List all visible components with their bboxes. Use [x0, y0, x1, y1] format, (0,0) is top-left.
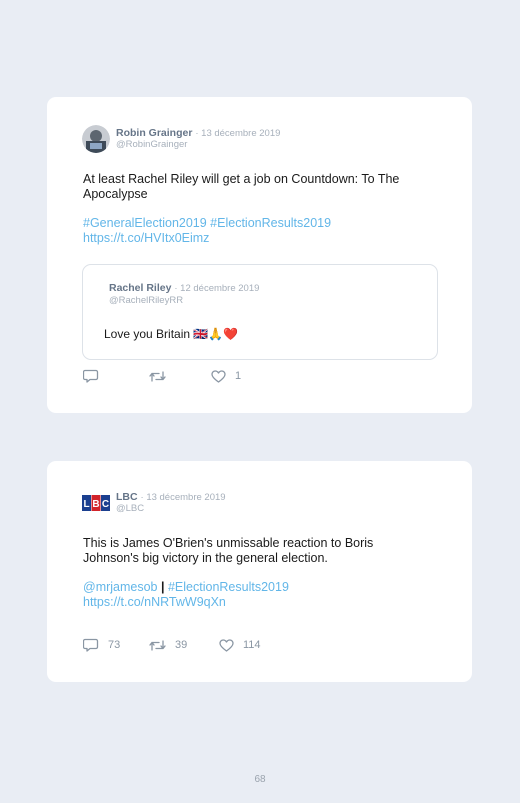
tweet-actions: 1	[83, 369, 241, 383]
retweet-button[interactable]: 39	[149, 639, 219, 652]
reply-count: 73	[108, 639, 121, 651]
tweet-text: At least Rachel Riley will get a job on …	[83, 172, 400, 201]
like-count: 1	[235, 370, 242, 382]
tweet-actions: 73 39 114	[83, 638, 261, 652]
retweet-count: 39	[175, 639, 188, 651]
avatar[interactable]: L B C	[82, 489, 110, 517]
avatar-image	[82, 125, 110, 153]
page-number: 68	[254, 774, 266, 785]
hashtags[interactable]: #GeneralElection2019 #ElectionResults201…	[83, 216, 331, 231]
lbc-logo: L B C	[82, 495, 110, 511]
retweet-icon	[149, 370, 166, 382]
author-name[interactable]: LBC · 13 décembre 2019	[116, 491, 226, 503]
quoted-tweet-date: · 12 décembre 2019	[174, 283, 260, 294]
mention-link[interactable]: @mrjamesob	[83, 580, 158, 594]
reply-icon	[83, 638, 99, 652]
quoted-author-handle[interactable]: @RachelRileyRR	[109, 295, 183, 306]
author-handle[interactable]: @LBC	[116, 503, 144, 514]
like-count: 114	[243, 639, 261, 651]
retweet-icon	[149, 639, 166, 651]
svg-text:B: B	[92, 499, 99, 510]
retweet-button[interactable]	[149, 370, 211, 383]
tweet-date: · 13 décembre 2019	[195, 128, 281, 139]
author-handle[interactable]: @RobinGrainger	[116, 139, 187, 150]
quoted-author-name[interactable]: Rachel Riley · 12 décembre 2019	[109, 282, 259, 294]
author-name[interactable]: Robin Grainger · 13 décembre 2019	[116, 127, 280, 139]
quoted-tweet[interactable]: Rachel Riley · 12 décembre 2019 @RachelR…	[82, 264, 438, 360]
svg-text:C: C	[102, 499, 109, 510]
svg-text:L: L	[83, 499, 89, 510]
like-icon	[219, 638, 234, 652]
tweet-link[interactable]: https://t.co/nNRTwW9qXn	[83, 595, 226, 610]
like-button[interactable]: 1	[211, 369, 242, 383]
mention-line: @mrjamesob | #ElectionResults2019	[83, 580, 289, 595]
tweet-link[interactable]: https://t.co/HVItx0Eimz	[83, 231, 209, 246]
tweet-card: Robin Grainger · 13 décembre 2019 @Robin…	[47, 97, 472, 413]
hashtag-link[interactable]: #ElectionResults2019	[168, 580, 289, 594]
tweet-card: L B C LBC · 13 décembre 2019 @LBC This i…	[47, 461, 472, 682]
reply-button[interactable]: 73	[83, 638, 149, 652]
reply-icon	[83, 369, 99, 383]
avatar[interactable]	[82, 125, 110, 153]
tweet-date: · 13 décembre 2019	[140, 492, 226, 503]
reply-button[interactable]	[83, 369, 149, 383]
like-button[interactable]: 114	[219, 638, 261, 652]
tweet-text: This is James O'Brien's unmissable react…	[83, 536, 374, 565]
separator: |	[161, 580, 165, 594]
like-icon	[211, 369, 226, 383]
quoted-tweet-text: Love you Britain 🇬🇧🙏❤️	[104, 327, 239, 341]
